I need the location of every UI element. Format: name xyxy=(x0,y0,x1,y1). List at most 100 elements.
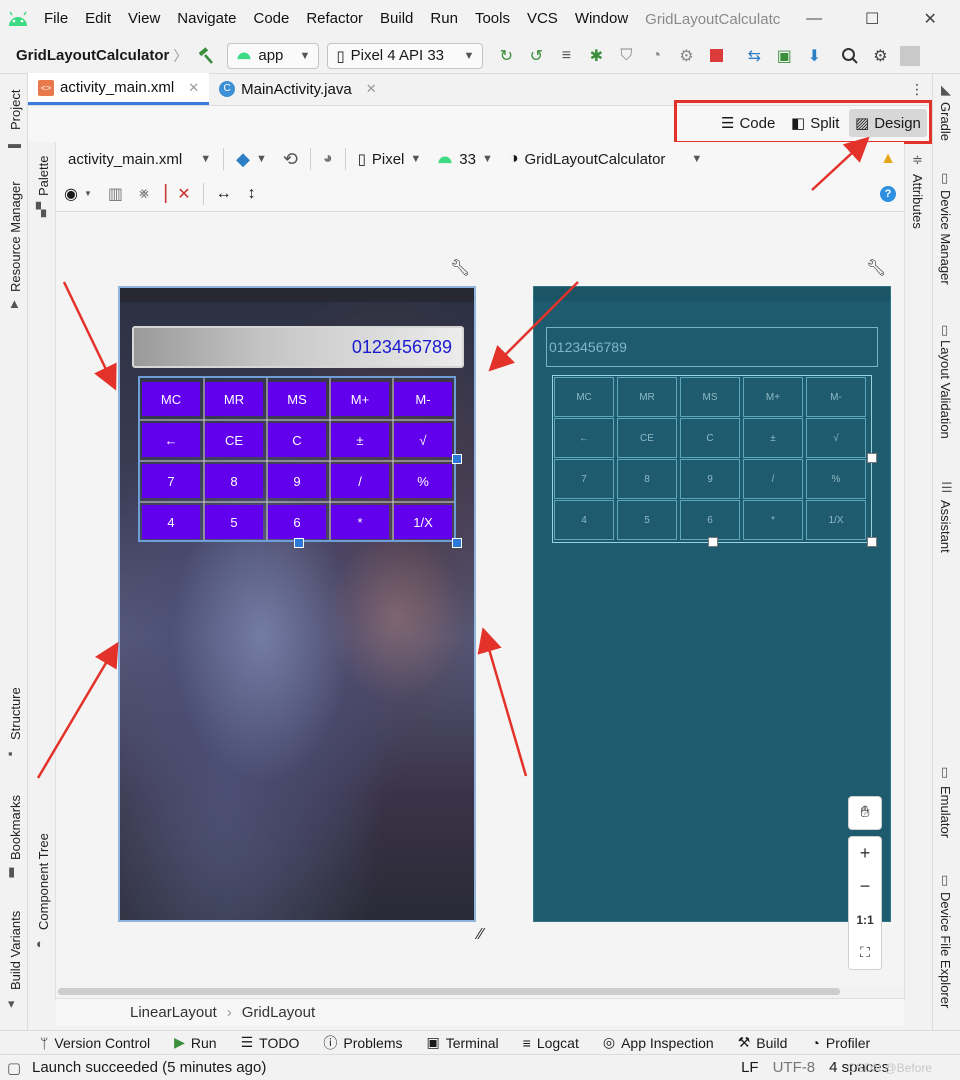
calc-button[interactable]: 6 xyxy=(268,505,326,539)
device-combo[interactable]: ▯ Pixel 4 API 33 ▼ xyxy=(327,42,484,69)
terminal-tab[interactable]: ▣ Terminal xyxy=(415,1034,511,1051)
calc-button[interactable]: ± xyxy=(331,423,389,457)
night-mode-button[interactable]: ◕ xyxy=(315,142,341,176)
blueprint-grid[interactable]: MC MR MS M+ M- ← CE C ± √ 7 8 9/% 4 5 6 * 1/X xyxy=(552,375,872,543)
device-manager-tool[interactable]: Device Manager xyxy=(938,190,953,285)
device-file-explorer-tool[interactable]: Device File Explorer xyxy=(938,892,953,1008)
blueprint-button[interactable]: ← xyxy=(554,418,614,458)
calc-button[interactable]: MC xyxy=(142,382,200,416)
calc-button[interactable]: 7 xyxy=(142,464,200,498)
blueprint-button[interactable]: 7 xyxy=(554,459,614,499)
resize-handle[interactable] xyxy=(867,537,877,547)
resize-handle[interactable] xyxy=(452,454,462,464)
menu-code[interactable]: Code xyxy=(245,0,298,38)
clear-constraints-icon[interactable]: ▏✕ xyxy=(157,177,199,211)
app-inspection-tab[interactable]: ◎ App Inspection xyxy=(591,1034,726,1051)
structure-tool[interactable]: Structure xyxy=(8,687,23,740)
vertical-resize-icon[interactable]: ↕ xyxy=(240,177,264,211)
maximize-icon[interactable]: ☐ xyxy=(843,0,901,38)
orientation-button[interactable]: ⟲ xyxy=(275,142,306,176)
line-ending[interactable]: LF xyxy=(741,1059,759,1076)
menu-file[interactable]: File xyxy=(36,0,77,38)
apply-changes-icon[interactable]: ↺ xyxy=(521,41,551,71)
calc-button[interactable]: * xyxy=(331,505,389,539)
menu-run[interactable]: Run xyxy=(422,0,467,38)
component-tree-tool[interactable]: Component Tree xyxy=(36,833,51,930)
calc-button[interactable]: √ xyxy=(394,423,452,457)
run-config-combo[interactable]: app ▼ xyxy=(227,42,320,69)
sync-gradle-icon[interactable]: ⇆ xyxy=(739,41,769,71)
blueprint-button[interactable]: 1/X xyxy=(806,500,866,540)
version-control-tab[interactable]: ᛘ Version Control xyxy=(0,1035,162,1051)
blueprint-button[interactable]: 6 xyxy=(680,500,740,540)
zoom-in-button[interactable]: + xyxy=(849,837,881,870)
blueprint-display[interactable]: 0123456789 xyxy=(546,327,878,367)
resize-handle[interactable] xyxy=(452,538,462,548)
scroll-thumb[interactable] xyxy=(58,988,840,995)
project-tool[interactable]: Project xyxy=(8,90,23,130)
split-mode-button[interactable]: ◧ Split xyxy=(785,109,845,137)
warning-icon[interactable]: ▲ xyxy=(872,142,904,176)
calc-button[interactable]: ← xyxy=(142,423,200,457)
calc-button[interactable]: / xyxy=(331,464,389,498)
menu-navigate[interactable]: Navigate xyxy=(169,0,245,38)
device-selector[interactable]: ▯ Pixel ▼ xyxy=(350,142,430,176)
menu-window[interactable]: Window xyxy=(567,0,637,38)
close-icon[interactable]: ✕ xyxy=(188,80,199,96)
blueprint-button[interactable]: C xyxy=(680,418,740,458)
bookmarks-tool[interactable]: Bookmarks xyxy=(8,795,23,860)
tab-main-activity-java[interactable]: C MainActivity.java ✕ xyxy=(209,73,387,105)
project-name[interactable]: GridLayoutCalculator xyxy=(0,47,169,64)
theme-selector[interactable]: ◑ GridLayoutCalculator ▼ xyxy=(501,142,710,176)
attributes-tool[interactable]: Attributes xyxy=(910,174,925,229)
resize-handle[interactable] xyxy=(708,537,718,547)
todo-tab[interactable]: ☰ TODO xyxy=(229,1034,312,1051)
gradle-tool[interactable]: Gradle xyxy=(938,102,953,141)
profiler-tab[interactable]: ◔ Profiler xyxy=(799,1035,882,1051)
run-tab[interactable]: ▶ Run xyxy=(162,1034,228,1051)
menu-view[interactable]: View xyxy=(120,0,169,38)
blueprint-button[interactable]: M- xyxy=(806,377,866,417)
zoom-to-fit-icon[interactable]: ⛶ xyxy=(849,936,881,969)
blueprint-button[interactable]: 4 xyxy=(554,500,614,540)
blueprint-button[interactable]: 9 xyxy=(680,459,740,499)
tab-activity-main-xml[interactable]: <> activity_main.xml ✕ xyxy=(28,73,210,105)
calc-grid[interactable]: MC MR MS M+ M- ← CE C ± √ 7 8 9/% 4 5 6 * 1/X xyxy=(138,376,456,542)
calc-button[interactable]: C xyxy=(268,423,326,457)
problems-tab[interactable]: ⓘ Problems xyxy=(311,1033,414,1053)
api-level-selector[interactable]: 33 ▼ xyxy=(429,142,501,176)
stop-icon[interactable] xyxy=(701,41,731,71)
coverage-icon[interactable]: ⛉ xyxy=(611,41,641,71)
calc-button[interactable]: 1/X xyxy=(394,505,452,539)
layout-file-selector[interactable]: activity_main.xml ▼ xyxy=(56,142,219,176)
menu-edit[interactable]: Edit xyxy=(77,0,120,38)
minimize-icon[interactable]: — xyxy=(785,0,843,38)
blueprint-button[interactable]: M+ xyxy=(743,377,803,417)
calc-button[interactable]: M+ xyxy=(331,382,389,416)
horizontal-resize-icon[interactable]: ↔ xyxy=(208,177,240,211)
calc-button[interactable]: 5 xyxy=(205,505,263,539)
layout-validation-tool[interactable]: Layout Validation xyxy=(938,340,953,439)
wrench-icon[interactable]: 🔧︎ xyxy=(450,258,470,278)
close-icon[interactable]: ✕ xyxy=(366,81,377,97)
assistant-tool[interactable]: Assistant xyxy=(938,500,953,553)
canvas-resize-icon[interactable]: ⁄⁄ xyxy=(478,926,483,944)
rerun-icon[interactable]: ↻ xyxy=(491,41,521,71)
apply-code-changes-icon[interactable]: ≡ xyxy=(551,41,581,71)
design-preview-phone[interactable]: 0123456789 MC MR MS M+ M- ← CE C ± √ 7 8 9/% 4 5 6 * 1/X xyxy=(118,286,476,922)
palette-tool[interactable]: Palette xyxy=(36,156,51,196)
profile-icon[interactable]: ◔ xyxy=(641,41,671,71)
calc-button[interactable]: 9 xyxy=(268,464,326,498)
horizontal-scrollbar[interactable] xyxy=(56,986,904,998)
calc-button[interactable]: % xyxy=(394,464,452,498)
zoom-actual-size-button[interactable]: 1:1 xyxy=(849,903,881,936)
design-surface-button[interactable]: ◆ ▼ xyxy=(228,142,275,176)
menu-build[interactable]: Build xyxy=(372,0,422,38)
calc-button[interactable]: CE xyxy=(205,423,263,457)
calc-display[interactable]: 0123456789 xyxy=(132,326,464,368)
emulator-tool[interactable]: Emulator xyxy=(938,786,953,838)
logcat-tab[interactable]: ≡ Logcat xyxy=(511,1035,591,1051)
calc-button[interactable]: 4 xyxy=(142,505,200,539)
blueprint-button[interactable]: √ xyxy=(806,418,866,458)
calc-button[interactable]: MS xyxy=(268,382,326,416)
